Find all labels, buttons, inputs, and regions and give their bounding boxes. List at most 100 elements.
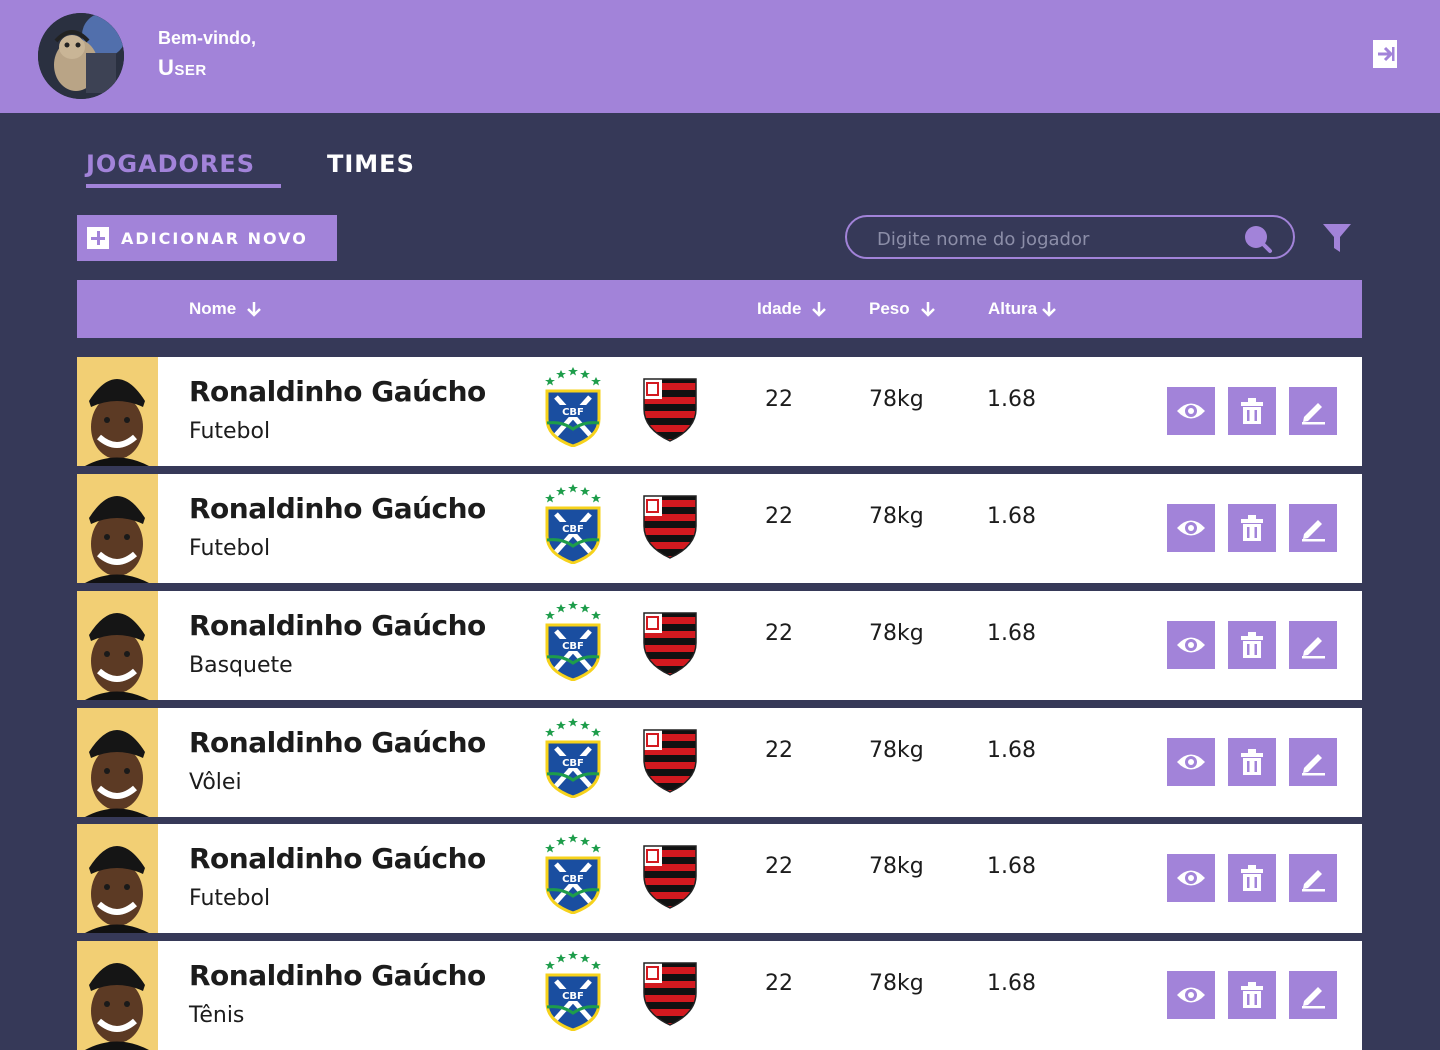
column-header-idade[interactable]: Idade [757, 280, 827, 338]
cbf-badge-icon: CBF [545, 951, 601, 1031]
player-age: 22 [765, 621, 793, 646]
pencil-icon [1302, 403, 1325, 425]
edit-button[interactable] [1289, 971, 1337, 1019]
table-row[interactable]: Ronaldinho Gaúcho Futebol CBF 22 78kg 1.… [77, 824, 1362, 933]
flamengo-crest-icon [643, 962, 697, 1026]
view-button[interactable] [1167, 504, 1215, 552]
delete-button[interactable] [1228, 387, 1276, 435]
player-height: 1.68 [987, 971, 1036, 996]
view-button[interactable] [1167, 621, 1215, 669]
cbf-badge-text: CBF [562, 874, 584, 885]
player-height: 1.68 [987, 621, 1036, 646]
player-sport: Tênis [189, 1003, 245, 1028]
cbf-badge-icon: CBF [545, 484, 601, 564]
player-age: 22 [765, 387, 793, 412]
column-header-label: Nome [189, 299, 237, 318]
cbf-badge-icon: CBF [545, 367, 601, 447]
flamengo-crest-icon [643, 729, 697, 793]
player-photo [77, 941, 158, 1050]
sort-arrow-down-icon [247, 302, 262, 317]
table-row[interactable]: Ronaldinho Gaúcho Tênis CBF 22 78kg 1.68 [77, 941, 1362, 1050]
view-button[interactable] [1167, 854, 1215, 902]
player-photo [77, 591, 158, 700]
cbf-badge-icon: CBF [545, 834, 601, 914]
edit-button[interactable] [1289, 504, 1337, 552]
table-row[interactable]: Ronaldinho Gaúcho Futebol CBF 22 78kg 1.… [77, 474, 1362, 583]
filter-icon[interactable] [1322, 222, 1352, 254]
player-sport: Vôlei [189, 770, 242, 795]
trash-icon [1241, 982, 1263, 1008]
player-weight: 78kg [869, 504, 924, 529]
player-name: Ronaldinho Gaúcho [189, 959, 486, 992]
cbf-badge-text: CBF [562, 758, 584, 769]
player-age: 22 [765, 738, 793, 763]
player-photo [77, 357, 158, 466]
edit-button[interactable] [1289, 621, 1337, 669]
player-sport: Futebol [189, 886, 271, 911]
trash-icon [1241, 865, 1263, 891]
player-weight: 78kg [869, 854, 924, 879]
column-header-altura[interactable]: Altura [988, 280, 1057, 338]
table-row[interactable]: Ronaldinho Gaúcho Basquete CBF 22 78kg 1… [77, 591, 1362, 700]
player-name: Ronaldinho Gaúcho [189, 492, 486, 525]
edit-button[interactable] [1289, 738, 1337, 786]
logout-icon[interactable] [1372, 39, 1398, 69]
view-button[interactable] [1167, 738, 1215, 786]
cbf-badge-icon: CBF [545, 718, 601, 798]
trash-icon [1241, 632, 1263, 658]
search-input[interactable] [875, 225, 1219, 253]
delete-button[interactable] [1228, 738, 1276, 786]
search-icon[interactable] [1243, 224, 1273, 254]
column-header-peso[interactable]: Peso [869, 280, 936, 338]
pencil-icon [1302, 754, 1325, 776]
pencil-icon [1302, 987, 1325, 1009]
trash-icon [1241, 749, 1263, 775]
edit-button[interactable] [1289, 387, 1337, 435]
player-name: Ronaldinho Gaúcho [189, 375, 486, 408]
player-photo [77, 708, 158, 817]
player-name: Ronaldinho Gaúcho [189, 842, 486, 875]
table-header: Nome Idade Peso Altura [77, 280, 1362, 338]
cbf-badge-icon: CBF [545, 601, 601, 681]
player-height: 1.68 [987, 854, 1036, 879]
cbf-badge-text: CBF [562, 641, 584, 652]
player-age: 22 [765, 971, 793, 996]
column-header-label: Idade [757, 299, 802, 318]
player-sport: Futebol [189, 419, 271, 444]
eye-icon [1177, 403, 1205, 419]
player-name: Ronaldinho Gaúcho [189, 726, 486, 759]
delete-button[interactable] [1228, 504, 1276, 552]
eye-icon [1177, 520, 1205, 536]
edit-button[interactable] [1289, 854, 1337, 902]
active-tab-indicator [86, 184, 281, 188]
sort-arrow-down-icon [812, 302, 827, 317]
view-button[interactable] [1167, 971, 1215, 1019]
player-height: 1.68 [987, 387, 1036, 412]
player-weight: 78kg [869, 738, 924, 763]
table-row[interactable]: Ronaldinho Gaúcho Vôlei CBF 22 78kg 1.68 [77, 708, 1362, 817]
delete-button[interactable] [1228, 971, 1276, 1019]
tab-jogadores[interactable]: JOGADORES [86, 150, 255, 178]
view-button[interactable] [1167, 387, 1215, 435]
delete-button[interactable] [1228, 621, 1276, 669]
trash-icon [1241, 515, 1263, 541]
eye-icon [1177, 987, 1205, 1003]
eye-icon [1177, 637, 1205, 653]
player-height: 1.68 [987, 504, 1036, 529]
delete-button[interactable] [1228, 854, 1276, 902]
flamengo-crest-icon [643, 612, 697, 676]
cbf-badge-text: CBF [562, 991, 584, 1002]
flamengo-crest-icon [643, 495, 697, 559]
column-header-label: Peso [869, 299, 910, 318]
sort-arrow-down-icon [1042, 302, 1057, 317]
add-new-button[interactable]: ADICIONAR NOVO [77, 215, 337, 261]
player-sport: Basquete [189, 653, 293, 678]
table-row[interactable]: Ronaldinho Gaúcho Futebol CBF 22 78kg 1.… [77, 357, 1362, 466]
column-header-nome[interactable]: Nome [189, 280, 262, 338]
plus-icon [87, 227, 109, 249]
flamengo-crest-icon [643, 845, 697, 909]
player-photo [77, 824, 158, 933]
player-weight: 78kg [869, 387, 924, 412]
tab-times[interactable]: TIMES [327, 150, 415, 178]
user-avatar[interactable] [38, 13, 124, 99]
